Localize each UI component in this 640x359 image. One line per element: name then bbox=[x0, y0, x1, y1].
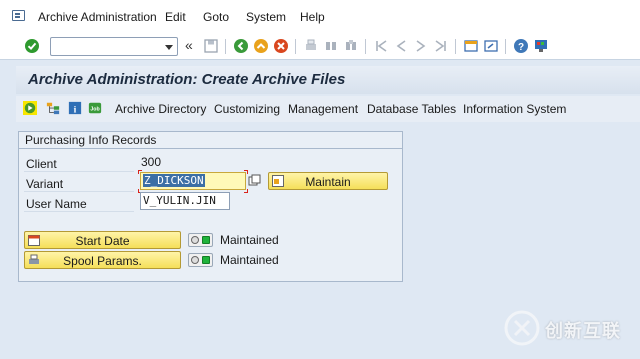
menu-edit[interactable]: Edit bbox=[165, 10, 186, 24]
spool-params-button[interactable]: Spool Params. bbox=[24, 251, 181, 269]
cancel-icon[interactable] bbox=[273, 38, 289, 54]
info-icon[interactable]: i bbox=[68, 101, 82, 115]
spool-status-text: Maintained bbox=[220, 253, 279, 267]
standard-toolbar: « ? bbox=[0, 33, 640, 60]
focus-corner bbox=[244, 189, 248, 193]
database-tables-button[interactable]: Database Tables bbox=[367, 102, 456, 116]
maintain-button-label: Maintain bbox=[305, 175, 351, 189]
watermark-logo-icon bbox=[504, 310, 540, 346]
user-name-input[interactable]: V_YULIN.JIN bbox=[140, 192, 230, 210]
customize-layout-icon[interactable] bbox=[533, 38, 549, 54]
chevron-down-icon[interactable] bbox=[165, 45, 173, 50]
purchasing-info-records-group: Purchasing Info Records Client 300 Varia… bbox=[18, 131, 403, 282]
save-icon[interactable] bbox=[203, 38, 219, 54]
group-title: Purchasing Info Records bbox=[19, 132, 402, 149]
find-icon[interactable] bbox=[323, 38, 339, 54]
client-value: 300 bbox=[141, 155, 162, 169]
status-green-icon bbox=[202, 256, 210, 264]
start-date-button[interactable]: Start Date bbox=[24, 231, 181, 249]
variant-input-value: Z_DICKSON bbox=[143, 174, 205, 187]
find-next-icon[interactable] bbox=[343, 38, 359, 54]
start-date-button-label: Start Date bbox=[75, 234, 130, 248]
client-label: Client bbox=[24, 154, 134, 172]
previous-page-icon[interactable] bbox=[393, 38, 409, 54]
menu-help[interactable]: Help bbox=[300, 10, 325, 24]
toolbar-separator bbox=[295, 39, 296, 54]
status-off-icon bbox=[191, 236, 199, 244]
exit-icon[interactable] bbox=[253, 38, 269, 54]
history-back-icon[interactable]: « bbox=[185, 37, 193, 53]
management-button[interactable]: Management bbox=[288, 102, 358, 116]
shortcut-icon[interactable] bbox=[483, 38, 499, 54]
variant-input[interactable]: Z_DICKSON bbox=[140, 172, 246, 190]
toolbar-separator bbox=[505, 39, 506, 54]
menu-archive-administration[interactable]: Archive Administration bbox=[38, 10, 157, 24]
first-page-icon[interactable] bbox=[373, 38, 389, 54]
toolbar-separator bbox=[225, 39, 226, 54]
svg-text:Job: Job bbox=[90, 107, 99, 113]
svg-text:i: i bbox=[74, 104, 77, 115]
application-toolbar: i Job Archive Directory Customizing Mana… bbox=[16, 96, 640, 122]
enter-check-icon[interactable] bbox=[24, 38, 40, 54]
menu-icon[interactable] bbox=[12, 10, 25, 21]
status-green-icon bbox=[202, 236, 210, 244]
maintain-button[interactable]: Maintain bbox=[268, 172, 388, 190]
calendar-icon bbox=[28, 235, 40, 246]
user-name-label: User Name bbox=[24, 194, 134, 212]
toolbar-separator bbox=[455, 39, 456, 54]
print-icon[interactable] bbox=[303, 38, 319, 54]
user-name-value: V_YULIN.JIN bbox=[143, 194, 216, 207]
status-off-icon bbox=[191, 256, 199, 264]
toolbar-separator bbox=[365, 39, 366, 54]
spool-params-button-label: Spool Params. bbox=[63, 254, 142, 268]
variant-label: Variant bbox=[24, 174, 134, 192]
last-page-icon[interactable] bbox=[433, 38, 449, 54]
page-title: Archive Administration: Create Archive F… bbox=[28, 71, 346, 88]
execute-icon[interactable] bbox=[23, 101, 37, 115]
watermark-text: 创新互联 bbox=[545, 321, 621, 341]
start-date-status-indicator bbox=[188, 233, 213, 247]
printer-icon bbox=[29, 254, 39, 264]
title-bar: Archive Administration: Create Archive F… bbox=[16, 66, 640, 94]
menu-goto[interactable]: Goto bbox=[203, 10, 229, 24]
archive-directory-button[interactable]: Archive Directory bbox=[115, 102, 206, 116]
menu-system[interactable]: System bbox=[246, 10, 286, 24]
information-system-button[interactable]: Information System bbox=[463, 102, 566, 116]
start-date-status-text: Maintained bbox=[220, 233, 279, 247]
focus-corner bbox=[138, 170, 142, 174]
new-session-icon[interactable] bbox=[463, 38, 479, 54]
maintain-icon bbox=[272, 175, 284, 187]
command-field[interactable] bbox=[50, 37, 178, 56]
copy-icon[interactable] bbox=[248, 174, 261, 187]
next-page-icon[interactable] bbox=[413, 38, 429, 54]
spool-status-indicator bbox=[188, 253, 213, 267]
help-icon[interactable]: ? bbox=[513, 38, 529, 54]
svg-text:?: ? bbox=[518, 42, 524, 53]
customizing-button[interactable]: Customizing bbox=[214, 102, 280, 116]
back-icon[interactable] bbox=[233, 38, 249, 54]
menu-bar: Archive Administration Edit Goto System … bbox=[0, 0, 640, 33]
hierarchy-icon[interactable] bbox=[46, 101, 60, 115]
job-icon[interactable]: Job bbox=[88, 101, 102, 115]
